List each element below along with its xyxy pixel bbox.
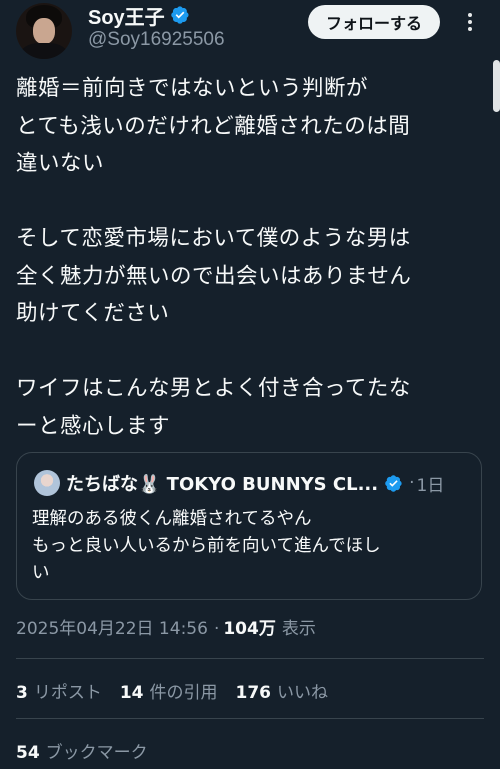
separator-dot: ·: [409, 473, 415, 493]
quoted-tweet-body: 理解のある彼くん離婚されてるやん もっと良い人いるから前を向いて進んでほし い: [32, 509, 381, 583]
author-handle[interactable]: @Soy16925506: [88, 29, 225, 51]
bookmarks-count: 54: [16, 743, 40, 763]
more-vertical-icon[interactable]: [458, 10, 482, 34]
quoted-tweet-header: たちばな🐰 TOKYO BUNNYS CL... · 1日: [34, 470, 474, 496]
avatar-face: [33, 18, 55, 44]
reposts-label: リポスト: [33, 683, 102, 703]
tweet-paragraph: ワイフはこんな男とよく付き合ってたな ーと感心します: [16, 376, 411, 439]
quoted-tweet[interactable]: たちばな🐰 TOKYO BUNNYS CL... · 1日 理解のある彼くん離婚…: [16, 452, 482, 600]
likes-count: 176: [235, 683, 272, 703]
author-display-name[interactable]: Soy王子: [88, 1, 165, 30]
tweet-timestamp[interactable]: 2025年04月22日 14:56: [16, 614, 208, 639]
quotes-count: 14: [119, 683, 144, 703]
tweet-body: 離婚＝前向きではないという判断が とても浅いのだけれど離婚されたのは間 違いない…: [16, 70, 486, 445]
quoted-author-avatar[interactable]: [34, 470, 60, 496]
tweet-paragraph: そして恋愛市場において僕のような男は 全く魅力が無いので出会いはありません 助け…: [16, 226, 412, 326]
quoted-tweet-time[interactable]: 1日: [417, 471, 445, 496]
reposts-count: 3: [16, 683, 28, 703]
quotes-label: 件の引用: [149, 683, 218, 703]
likes-label: いいね: [277, 683, 329, 703]
quoted-tweet-text: 理解のある彼くん離婚されてるやん もっと良い人いるから前を向いて進んでほし い: [32, 506, 472, 587]
bookmarks-stat[interactable]: 54 ブックマーク: [16, 738, 148, 763]
view-label: 表示: [281, 619, 316, 639]
tweet-header: Soy王子 @Soy16925506 フォローする: [0, 0, 500, 64]
verified-badge-icon: [385, 474, 402, 492]
author-avatar[interactable]: [16, 3, 72, 59]
divider: [16, 658, 484, 659]
quotes-stat[interactable]: 14 件の引用: [120, 678, 218, 703]
tweet-paragraph: 離婚＝前向きではないという判断が とても浅いのだけれど離婚されたのは間 違いない: [16, 76, 411, 176]
bookmarks-label: ブックマーク: [45, 743, 148, 763]
verified-badge-icon: [170, 6, 189, 24]
quoted-author-name[interactable]: たちばな🐰 TOKYO BUNNYS CL...: [66, 470, 378, 496]
scrollbar-thumb[interactable]: [493, 60, 500, 112]
follow-button[interactable]: フォローする: [308, 5, 440, 39]
reposts-stat[interactable]: 3 リポスト: [16, 678, 102, 703]
engagement-stats: 3 リポスト 14 件の引用 176 いいね: [16, 678, 346, 703]
avatar-body: [20, 43, 68, 59]
likes-stat[interactable]: 176 いいね: [236, 678, 329, 703]
divider: [16, 718, 484, 719]
author-name-row[interactable]: Soy王子: [88, 1, 190, 30]
tweet-meta: 2025年04月22日 14:56 · 104万 表示: [16, 614, 316, 639]
separator-dot: ·: [213, 619, 220, 639]
view-count: 104万: [223, 619, 276, 639]
